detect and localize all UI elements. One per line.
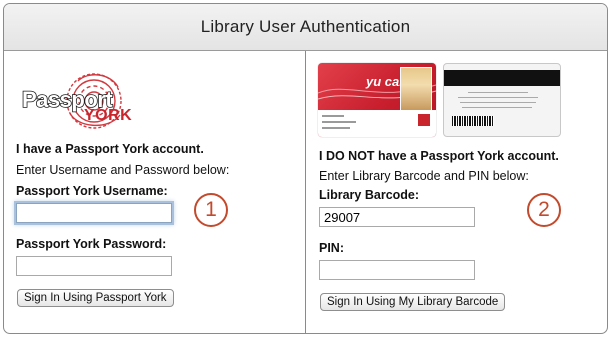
library-barcode-input[interactable]	[319, 207, 475, 227]
card-back-text-line	[460, 102, 536, 103]
pin-input[interactable]	[319, 260, 475, 280]
card-back-text-line	[458, 97, 538, 98]
pin-label: PIN:	[319, 241, 344, 255]
library-barcode-section: yu card I DO NOT have a Passport York ac…	[306, 51, 607, 333]
card-text-line	[322, 121, 356, 123]
yu-card-back-image	[443, 63, 561, 137]
card-photo	[400, 67, 432, 111]
username-input[interactable]	[16, 203, 172, 223]
barcode-label: Library Barcode:	[319, 188, 420, 202]
library-account-heading: I DO NOT have a Passport York account.	[319, 149, 559, 163]
card-back-text-line	[462, 107, 532, 108]
card-back-text-line	[468, 92, 528, 93]
panel-header: Library User Authentication	[4, 4, 607, 51]
sign-in-library-barcode-button[interactable]: Sign In Using My Library Barcode	[320, 293, 506, 311]
password-label: Passport York Password:	[16, 237, 167, 251]
card-text-line	[322, 127, 350, 129]
username-label: Passport York Username:	[16, 184, 168, 198]
authentication-panel: Library User Authentication Passport YOR…	[3, 3, 608, 334]
step-one-badge: 1	[194, 193, 228, 227]
magnetic-stripe	[444, 70, 560, 86]
page-title: Library User Authentication	[200, 17, 411, 36]
password-input[interactable]	[16, 256, 172, 276]
card-barcode-icon	[452, 116, 494, 126]
passport-account-heading: I have a Passport York account.	[16, 142, 204, 156]
passport-york-section: Passport YORK I have a Passport York acc…	[4, 51, 305, 333]
step-two-badge: 2	[527, 193, 561, 227]
logo-text-york: YORK	[84, 107, 133, 124]
library-instruction: Enter Library Barcode and PIN below:	[319, 169, 529, 183]
sign-in-passport-york-button[interactable]: Sign In Using Passport York	[17, 289, 174, 307]
passport-instruction: Enter Username and Password below:	[16, 163, 230, 177]
yu-card-front-image: yu card	[318, 63, 436, 137]
york-logo-icon	[418, 114, 430, 126]
passport-york-logo: Passport YORK	[18, 67, 148, 131]
card-text-line	[322, 115, 344, 117]
